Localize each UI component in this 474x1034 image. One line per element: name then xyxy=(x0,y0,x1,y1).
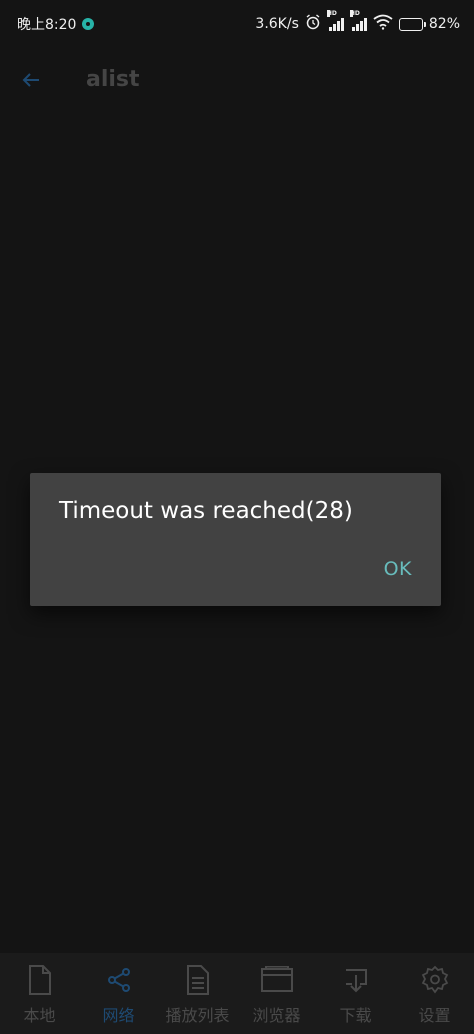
dialog-message: Timeout was reached(28) xyxy=(59,498,353,524)
status-bar: 晚上8:20 3.6K/s HD HD 82% xyxy=(0,0,474,48)
battery-percent: 82% xyxy=(428,16,460,32)
timeout-dialog: Timeout was reached(28) OK xyxy=(30,473,441,606)
nav-label-playlist: 播放列表 xyxy=(165,1006,230,1025)
nav-item-network[interactable]: 网络 xyxy=(79,953,158,1034)
alarm-icon xyxy=(305,14,321,34)
wifi-icon xyxy=(373,14,393,34)
nav-label-network: 网络 xyxy=(102,1006,135,1025)
screen: 晚上8:20 3.6K/s HD HD 82% alist Timeout wa… xyxy=(0,0,474,1034)
bottom-navigation: 本地 网络 播放列表 浏览器 下载 设置 xyxy=(0,953,474,1034)
nav-label-settings: 设置 xyxy=(418,1006,451,1025)
nav-item-playlist[interactable]: 播放列表 xyxy=(158,953,237,1034)
nav-item-download[interactable]: 下载 xyxy=(316,953,395,1034)
signal-1-hd-tag: HD xyxy=(326,10,337,17)
status-bar-right: 3.6K/s HD HD 82% xyxy=(255,10,460,34)
download-icon xyxy=(339,963,373,997)
list-icon xyxy=(181,963,215,997)
ok-button[interactable]: OK xyxy=(384,555,412,583)
nav-item-browser[interactable]: 浏览器 xyxy=(237,953,316,1034)
cell-signal-1-icon: HD xyxy=(326,10,344,31)
status-bar-left: 晚上8:20 xyxy=(17,14,95,34)
nav-label-download: 下载 xyxy=(339,1006,372,1025)
nav-label-local: 本地 xyxy=(23,1006,56,1025)
network-speed: 3.6K/s xyxy=(255,16,299,32)
page-title: alist xyxy=(86,67,140,92)
nav-label-browser: 浏览器 xyxy=(252,1006,301,1025)
back-arrow-icon[interactable] xyxy=(21,66,41,98)
status-time: 晚上8:20 xyxy=(17,17,77,33)
notification-dot-icon xyxy=(82,18,95,30)
battery-icon xyxy=(398,17,426,31)
browser-icon xyxy=(260,963,294,997)
file-icon xyxy=(23,963,57,997)
gear-icon xyxy=(418,963,452,997)
share-icon xyxy=(102,963,136,997)
signal-2-hd-tag: HD xyxy=(349,10,360,17)
nav-item-settings[interactable]: 设置 xyxy=(395,953,474,1034)
cell-signal-2-icon: HD xyxy=(349,10,367,31)
nav-item-local[interactable]: 本地 xyxy=(0,953,79,1034)
app-bar: alist xyxy=(0,56,474,104)
